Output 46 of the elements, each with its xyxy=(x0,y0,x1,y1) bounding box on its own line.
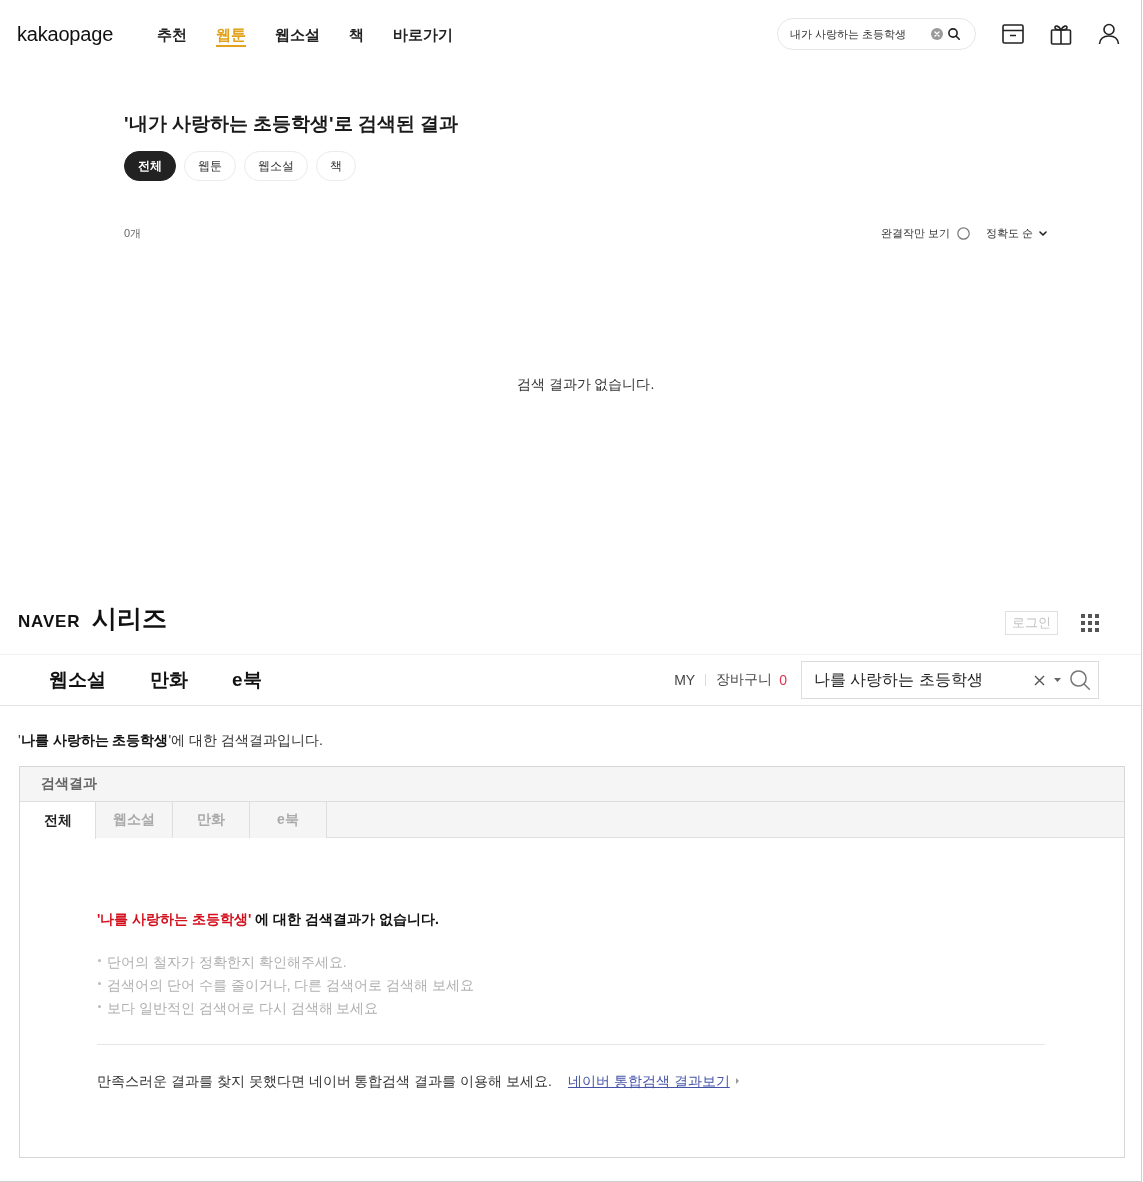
bullet-icon xyxy=(98,1004,101,1008)
bullet-icon xyxy=(98,958,101,962)
nav-tab[interactable]: 책 xyxy=(349,21,365,47)
my-link[interactable]: MY xyxy=(674,672,696,688)
integrated-search-link[interactable]: 네이버 통합검색 결과보기 xyxy=(568,1072,730,1090)
nav-tab[interactable]: 바로가기 xyxy=(393,21,454,47)
nav-tab[interactable]: 웹소설 xyxy=(275,21,321,47)
radio-icon[interactable] xyxy=(956,226,970,240)
user-icon[interactable] xyxy=(1098,23,1120,45)
box-icon[interactable] xyxy=(1002,24,1024,44)
result-tab[interactable]: 전체 xyxy=(20,802,96,839)
category-tab[interactable]: 만화 xyxy=(150,667,188,693)
search-result-intro: '나를 사랑하는 초등학생'에 대한 검색결과입니다. xyxy=(18,731,324,749)
empty-result-message: 검색 결과가 없습니다. xyxy=(515,375,656,393)
series-logo[interactable]: 시리즈 xyxy=(92,601,168,635)
search-field[interactable]: 내가 사랑하는 초등학생 xyxy=(777,18,976,50)
no-result-message: '나를 사랑하는 초등학생' 에 대한 검색결과가 없습니다. xyxy=(97,910,440,928)
nav-tab[interactable]: 추천 xyxy=(157,21,188,47)
search-tip: 단어의 철자가 정확한지 확인해주세요. xyxy=(107,953,347,972)
category-tab[interactable]: 웹소설 xyxy=(49,667,106,693)
filter-chip[interactable]: 웹소설 xyxy=(244,151,308,181)
filter-chip[interactable]: 책 xyxy=(316,151,356,181)
kakaopage-logo[interactable]: kakaopage xyxy=(17,22,114,46)
clear-icon[interactable] xyxy=(1034,674,1045,686)
search-icon[interactable] xyxy=(948,28,960,40)
suggestion-text: 만족스러운 결과를 찾지 못했다면 네이버 통합검색 결과를 이용해 보세요. xyxy=(97,1072,552,1090)
naver-logo[interactable]: NAVER xyxy=(18,611,81,632)
search-tip: 보다 일반적인 검색어로 다시 검색해 보세요 xyxy=(107,999,379,1018)
arrow-right-icon[interactable] xyxy=(735,1078,739,1084)
caret-icon[interactable] xyxy=(1054,678,1061,682)
chevron-down-icon[interactable] xyxy=(1039,230,1047,236)
panel-title: 검색결과 xyxy=(20,767,1124,802)
filter-chip[interactable]: 전체 xyxy=(124,151,176,181)
filter-chip[interactable]: 웹툰 xyxy=(184,151,236,181)
grid-icon[interactable] xyxy=(1081,614,1099,632)
category-tab[interactable]: e북 xyxy=(232,667,262,693)
sort-dropdown[interactable]: 정확도 순 xyxy=(985,225,1047,241)
result-count: 0개 xyxy=(124,225,142,241)
search-field[interactable]: 나를 사랑하는 초등학생 xyxy=(801,661,1099,699)
search-tip: 검색어의 단어 수를 줄이거나, 다른 검색어로 검색해 보세요 xyxy=(107,976,475,995)
search-result-title: '내가 사랑하는 초등학생'로 검색된 결과 xyxy=(124,112,460,136)
gift-icon[interactable] xyxy=(1050,23,1072,45)
cart-count: 0 xyxy=(779,672,787,688)
bullet-icon xyxy=(98,981,101,985)
completed-only-toggle[interactable]: 완결작만 보기 xyxy=(880,225,970,241)
cart-link[interactable]: 장바구니 xyxy=(716,671,773,689)
